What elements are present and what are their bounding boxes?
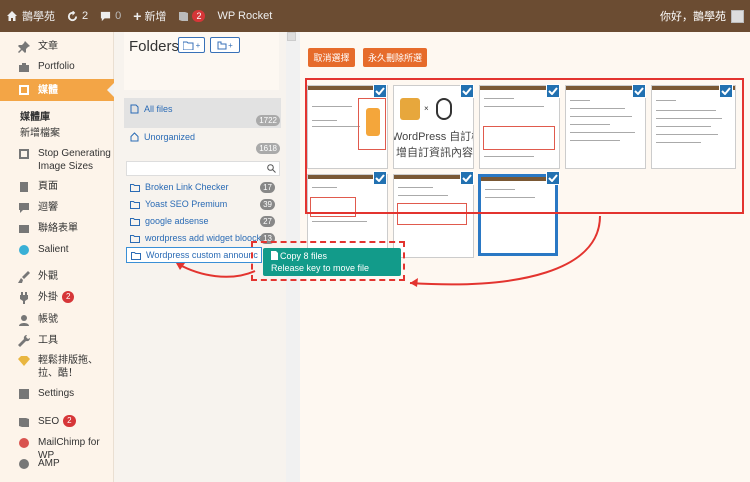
arrow-to-tooltip <box>409 215 601 286</box>
arrowhead-tooltip <box>410 278 418 287</box>
arrow-to-folder <box>177 263 256 278</box>
annotation-arrows <box>176 215 601 287</box>
